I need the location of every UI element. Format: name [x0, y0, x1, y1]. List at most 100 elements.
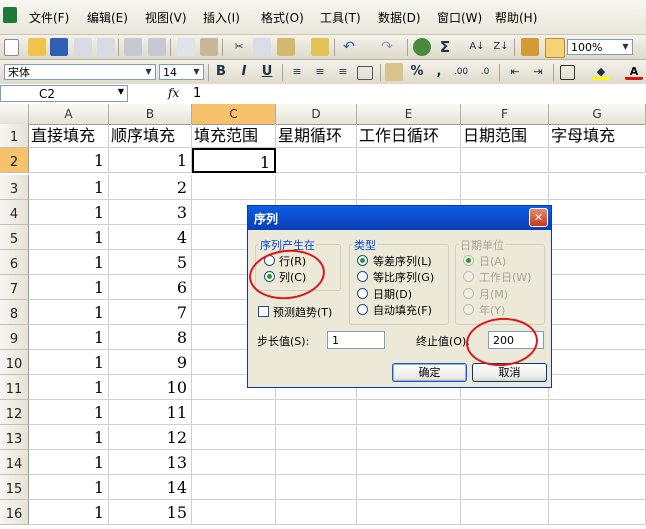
menu-insert[interactable]: 插入(I)	[203, 9, 240, 26]
format-painter-icon[interactable]	[311, 38, 329, 56]
row-header[interactable]: 15	[0, 475, 29, 500]
data-cell[interactable]	[549, 375, 646, 400]
data-cell[interactable]: 13	[109, 450, 192, 475]
data-cell[interactable]	[192, 175, 276, 200]
close-button[interactable]: ✕	[529, 208, 548, 227]
data-cell[interactable]: 1	[29, 400, 109, 425]
font-color-icon[interactable]: A	[625, 63, 643, 80]
data-cell[interactable]: 7	[109, 300, 192, 325]
data-cell[interactable]	[357, 148, 461, 173]
increase-decimal-icon[interactable]: .00	[452, 63, 470, 81]
italic-button[interactable]: I	[235, 63, 253, 81]
data-cell[interactable]	[549, 350, 646, 375]
data-cell[interactable]	[549, 148, 646, 173]
borders-icon[interactable]	[560, 65, 575, 80]
data-cell[interactable]: 8	[109, 325, 192, 350]
data-cell[interactable]	[549, 250, 646, 275]
row-header[interactable]: 9	[0, 325, 29, 350]
currency-icon[interactable]	[385, 63, 403, 81]
align-left-icon[interactable]: ≡	[288, 63, 306, 81]
data-cell[interactable]: 1	[29, 300, 109, 325]
row-header[interactable]: 6	[0, 250, 29, 275]
sort-descending-icon[interactable]: Z↓	[492, 38, 510, 56]
data-cell[interactable]	[461, 175, 549, 200]
row-header[interactable]: 8	[0, 300, 29, 325]
data-cell[interactable]: 1	[29, 350, 109, 375]
row-header[interactable]: 12	[0, 400, 29, 425]
save-icon[interactable]	[50, 38, 68, 56]
undo-icon[interactable]: ↶	[340, 38, 358, 56]
align-center-icon[interactable]: ≡	[311, 63, 329, 81]
data-cell[interactable]	[276, 400, 357, 425]
header-cell[interactable]: 星期循环	[276, 124, 357, 148]
data-cell[interactable]: 1	[29, 325, 109, 350]
data-cell[interactable]	[461, 148, 549, 173]
data-cell[interactable]: 1	[29, 375, 109, 400]
dialog-title-bar[interactable]: 序列 ✕	[248, 206, 551, 230]
row-header[interactable]: 14	[0, 450, 29, 475]
header-cell[interactable]: 日期范围	[461, 124, 549, 148]
header-cell[interactable]: 顺序填充	[109, 124, 192, 148]
header-cell[interactable]: 字母填充	[549, 124, 646, 148]
data-cell[interactable]	[192, 400, 276, 425]
data-cell[interactable]: 1	[29, 148, 109, 173]
redo-icon[interactable]: ↷	[378, 38, 396, 56]
data-cell[interactable]	[192, 500, 276, 525]
spelling-icon[interactable]	[177, 38, 195, 56]
data-cell[interactable]: 4	[109, 225, 192, 250]
menu-format[interactable]: 格式(O)	[261, 9, 304, 26]
decrease-indent-icon[interactable]: ⇤	[506, 63, 524, 81]
data-cell[interactable]	[192, 475, 276, 500]
data-cell[interactable]	[276, 425, 357, 450]
radio-month[interactable]	[463, 288, 474, 299]
radio-day[interactable]	[463, 255, 474, 266]
row-header[interactable]: 16	[0, 500, 29, 525]
data-cell[interactable]	[549, 300, 646, 325]
ok-button[interactable]: 确定	[392, 363, 467, 382]
row-header[interactable]: 2	[0, 148, 29, 173]
comma-button[interactable]: ,	[430, 63, 448, 81]
decrease-decimal-icon[interactable]: .0	[476, 63, 494, 81]
radio-weekday[interactable]	[463, 271, 474, 282]
header-cell[interactable]: 工作日循环	[357, 124, 461, 148]
data-cell[interactable]	[276, 500, 357, 525]
column-header-b[interactable]: B	[109, 104, 192, 124]
data-cell[interactable]	[357, 425, 461, 450]
data-cell[interactable]: 10	[109, 375, 192, 400]
data-cell[interactable]	[461, 475, 549, 500]
radio-year[interactable]	[463, 304, 474, 315]
data-cell[interactable]	[549, 275, 646, 300]
header-cell[interactable]: 直接填充	[29, 124, 109, 148]
data-cell[interactable]: 1	[29, 200, 109, 225]
step-input[interactable]: 1	[327, 331, 385, 349]
data-cell[interactable]	[357, 175, 461, 200]
print-icon[interactable]	[124, 38, 142, 56]
column-header-e[interactable]: E	[357, 104, 461, 124]
data-cell[interactable]: 1	[29, 225, 109, 250]
row-header[interactable]: 11	[0, 375, 29, 400]
merge-center-icon[interactable]	[357, 66, 373, 80]
increase-indent-icon[interactable]: ⇥	[529, 63, 547, 81]
data-cell[interactable]: 12	[109, 425, 192, 450]
row-header[interactable]: 3	[0, 175, 29, 200]
data-cell[interactable]: 1	[29, 275, 109, 300]
underline-button[interactable]: U	[258, 63, 276, 81]
data-cell[interactable]	[357, 475, 461, 500]
data-cell[interactable]: 1	[29, 475, 109, 500]
menu-view[interactable]: 视图(V)	[145, 9, 187, 26]
row-header[interactable]: 5	[0, 225, 29, 250]
chart-wizard-icon[interactable]	[521, 38, 539, 56]
data-cell[interactable]	[357, 500, 461, 525]
data-cell[interactable]	[549, 500, 646, 525]
sort-ascending-icon[interactable]: A↓	[468, 38, 486, 56]
column-header-g[interactable]: G	[549, 104, 646, 124]
data-cell[interactable]	[192, 450, 276, 475]
row-header[interactable]: 7	[0, 275, 29, 300]
data-cell[interactable]	[276, 175, 357, 200]
data-cell[interactable]: 9	[109, 350, 192, 375]
menu-file[interactable]: 文件(F)	[29, 9, 69, 26]
active-cell[interactable]: 1	[192, 148, 276, 173]
new-icon[interactable]	[4, 39, 19, 56]
data-cell[interactable]	[357, 400, 461, 425]
data-cell[interactable]: 2	[109, 175, 192, 200]
